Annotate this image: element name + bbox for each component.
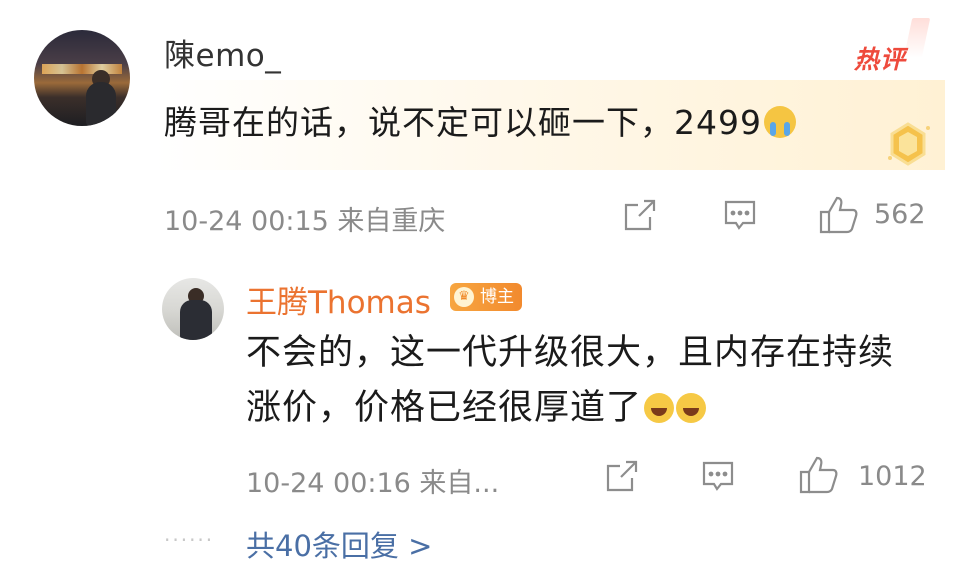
view-replies-link[interactable]: 共40条回复 > (246, 523, 432, 565)
laughing-face-icon (676, 393, 707, 423)
blogger-badge-label: 博主 (480, 287, 514, 307)
reply-text: 不会的，这一代升级很大，且内存在持续涨价，价格已经很厚道了 (246, 326, 926, 436)
comment-text-body: 腾哥在的话，说不定可以砸一下，2499 (164, 103, 762, 142)
like-count: 562 (874, 199, 926, 230)
reply-text-body: 不会的，这一代升级很大，且内存在持续涨价，价格已经很厚道了 (246, 333, 895, 428)
thumbs-up-icon[interactable] (798, 455, 840, 495)
thread-dots: ······ (164, 528, 215, 552)
comment-text: 腾哥在的话，说不定可以砸一下，2499 (164, 96, 796, 144)
share-icon[interactable] (604, 458, 640, 494)
comment-timestamp-location: 10-24 00:15 来自重庆 (164, 206, 446, 237)
avatar[interactable] (162, 278, 224, 340)
reply-username[interactable]: 王腾Thomas (246, 277, 431, 322)
crying-face-icon (763, 106, 796, 138)
hot-flag-icon (903, 18, 931, 58)
avatar[interactable] (34, 30, 130, 126)
comment-icon[interactable] (722, 197, 758, 233)
thumbs-up-icon[interactable] (818, 195, 860, 235)
blogger-badge: ♛ 博主 (450, 283, 522, 311)
comment-icon[interactable] (700, 458, 736, 494)
like-count: 1012 (858, 461, 927, 492)
hot-comment-badge: 热评 (854, 45, 907, 74)
laughing-face-icon (644, 393, 675, 423)
gold-medal-icon (888, 122, 930, 166)
reply-timestamp-location: 10-24 00:16 来自... (246, 468, 500, 499)
crown-icon: ♛ (454, 287, 474, 307)
comment-username[interactable]: 陳emo_ (164, 30, 281, 75)
share-icon[interactable] (622, 197, 658, 233)
